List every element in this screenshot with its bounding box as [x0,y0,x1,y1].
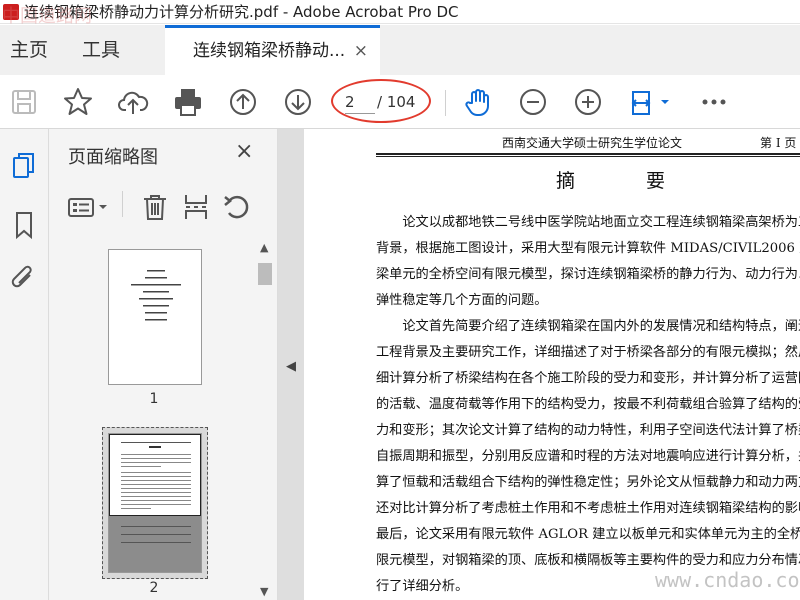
tab-home[interactable]: 主页 [10,25,48,75]
document-text-line: 自振周期和振型，分别用反应谱和时程的方法对地震响应进行计算分析，并计 [376,449,800,464]
title-bar: 连续钢箱梁桥静动力计算分析研究.pdf - Adobe Acrobat Pro … [0,0,800,24]
document-running-header: 西南交通大学硕士研究生学位论文 [502,136,683,150]
document-text-line: 限元模型，对钢箱梁的顶、底板和横隔板等主要构件的受力和应力分布情况进 [376,553,800,568]
document-text-line: 力和变形；其次论文计算了结构的动力特性，利用子空间迭代法计算了桥梁的 [376,423,800,438]
thumbnail-label-1: 1 [149,391,159,407]
main-toolbar: 2 / 104 [0,76,800,129]
collapse-panel-icon[interactable]: ◀ [286,359,296,374]
toolbar-separator [445,90,446,116]
document-text-line: 工程背景及主要研究工作，详细描述了对于桥梁各部分的有限元模拟；然后详 [376,345,800,360]
panel-toolbar [49,181,277,231]
fit-page-icon[interactable] [628,86,672,118]
panel-separator [122,191,123,217]
thumbnail-label-2: 2 [149,580,159,596]
abstract-heading: 摘 要 [556,170,692,192]
document-text-line: 背景，根据施工图设计，采用大型有限元计算软件 MIDAS/CIVIL2006 建… [376,241,800,256]
bookmark-icon[interactable] [8,209,40,241]
cloud-upload-icon[interactable] [117,86,149,118]
document-text-line: 论文以成都地铁二号线中医学院站地面立交工程连续钢箱梁高架桥为工程 [376,215,800,230]
thumbnail-list: 1 2 [49,239,259,600]
more-icon[interactable] [698,86,730,118]
panel-splitter[interactable]: ◀ [278,129,304,600]
panel-title: 页面缩略图 [68,147,158,168]
document-view[interactable]: 西南交通大学硕士研究生学位论文 第 I 页 摘 要 论文以成都地铁二号线中医学院… [304,129,800,600]
left-rail [0,129,49,600]
star-icon[interactable] [62,86,94,118]
document-text-line: 细计算分析了桥梁结构在各个施工阶段的受力和变形，并计算分析了运营阶段 [376,371,800,386]
scroll-up-arrow-icon[interactable]: ▲ [260,241,268,254]
options-menu-icon[interactable] [66,191,112,223]
document-text-line: 的活载、温度荷载等作用下的结构受力，按最不利荷载组合验算了结构的受 [376,397,800,412]
hand-icon[interactable] [462,86,494,118]
page-thumbnails-icon[interactable] [8,149,40,181]
trash-icon[interactable] [139,191,171,223]
red-highlight-ellipse [331,79,431,123]
document-page-label: 第 I 页 [760,136,797,150]
document-text-line: 还对比计算分析了考虑桩土作用和不考虑桩土作用对连续钢箱梁结构的影响； [376,501,800,516]
scroll-down-arrow-icon[interactable]: ▼ [260,585,268,598]
print-icon[interactable] [172,86,204,118]
close-panel-icon[interactable]: × [235,139,253,164]
page-down-icon[interactable] [282,86,314,118]
tab-bar: 主页 工具 连续钢箱梁桥静动... × [0,25,800,75]
rotate-icon[interactable] [221,191,253,223]
page-up-icon[interactable] [227,86,259,118]
close-tab-icon[interactable]: × [354,28,368,74]
header-rule [376,153,800,155]
page-thumbnail-1[interactable] [108,249,202,385]
thumbnail-panel: 页面缩略图 × 1 2 ▲ ▼ [49,129,278,600]
zoom-out-icon[interactable] [517,86,549,118]
insert-page-icon[interactable] [180,191,212,223]
page-thumbnail-2[interactable] [108,433,202,573]
header-rule-thin [376,156,800,157]
document-tab-label: 连续钢箱梁桥静动... [193,41,346,61]
document-text-line: 最后，论文采用有限元软件 AGLOR 建立以板单元和实体单元为主的全桥组合有 [376,527,800,542]
attachment-icon[interactable] [8,263,40,295]
watermark-bottom-right: www.cndao.com [655,568,800,592]
document-text-line: 论文首先简要介绍了连续钢箱梁在国内外的发展情况和结构特点，阐述了 [376,319,800,334]
document-text-line: 算了恒载和活载组合下结构的弹性稳定性；另外论文从恒载静力和动力两方面 [376,475,800,490]
save-icon[interactable] [8,86,40,118]
document-text-line: 行了详细分析。 [376,579,469,594]
zoom-in-icon[interactable] [572,86,604,118]
document-text-line: 梁单元的全桥空间有限元模型，探讨连续钢箱梁桥的静力行为、动力行为以及 [376,267,800,282]
tab-document[interactable]: 连续钢箱梁桥静动... × [165,25,380,75]
thumbnail-scrollbar[interactable]: ▲ ▼ [256,239,274,600]
tab-tools[interactable]: 工具 [82,25,120,75]
scroll-thumb[interactable] [258,263,272,285]
document-text-line: 弹性稳定等几个方面的问题。 [376,293,548,308]
